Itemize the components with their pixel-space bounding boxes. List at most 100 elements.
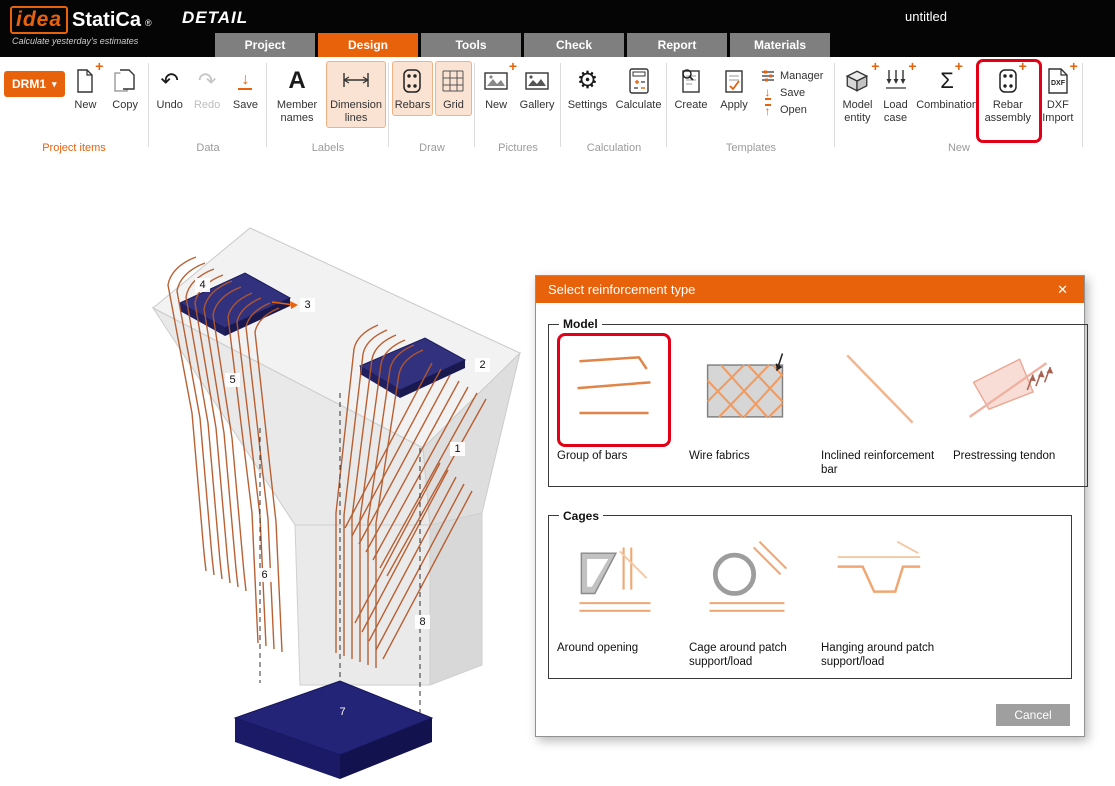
close-icon[interactable]: ✕ bbox=[1053, 282, 1072, 298]
ribbon-group-pictures: + New Gallery Pictures bbox=[478, 57, 558, 157]
cancel-button[interactable]: Cancel bbox=[996, 704, 1070, 726]
tab-materials[interactable]: Materials bbox=[730, 33, 830, 57]
cage-around-patch-icon bbox=[689, 525, 803, 639]
create-template-button[interactable]: Create bbox=[670, 61, 712, 116]
tab-tools[interactable]: Tools bbox=[421, 33, 521, 57]
gear-icon: ⚙ bbox=[577, 65, 599, 97]
option-around-opening[interactable]: Around opening bbox=[557, 525, 683, 670]
statica-logo: StatiCa bbox=[72, 9, 141, 32]
button-label: New bbox=[485, 99, 507, 112]
option-label: Prestressing tendon bbox=[953, 449, 1079, 463]
template-manager-button[interactable]: Manager bbox=[760, 69, 823, 83]
button-label: Rebar assembly bbox=[984, 99, 1032, 124]
grid-toggle[interactable]: Grid bbox=[435, 61, 472, 116]
ribbon-group-project-items: DRM1 ▾ + New Copy Project items bbox=[4, 57, 144, 157]
group-divider bbox=[834, 63, 835, 147]
ribbon-group-templates: Create Apply Manager ↓ Save bbox=[670, 57, 832, 157]
load-case-button[interactable]: + Load case bbox=[879, 61, 912, 128]
undo-button[interactable]: ↶ Undo bbox=[152, 61, 187, 116]
option-cage-around-patch[interactable]: Cage around patch support/load bbox=[689, 525, 815, 670]
section-model-legend: Model bbox=[559, 317, 602, 331]
button-label: Undo bbox=[157, 99, 183, 112]
plus-badge: + bbox=[871, 60, 879, 72]
combination-button[interactable]: Σ + Combination bbox=[914, 61, 980, 116]
button-label: Copy bbox=[112, 99, 138, 112]
project-item-selector-label: DRM1 bbox=[12, 77, 46, 91]
save-button[interactable]: ↓ Save bbox=[227, 61, 264, 116]
ribbon-group-new: + Model entity + Load case Σ + Combinati… bbox=[838, 57, 1080, 157]
dxf-import-button[interactable]: DXF + DXF Import bbox=[1036, 61, 1080, 128]
copy-icon bbox=[114, 65, 136, 97]
button-label: Redo bbox=[194, 99, 220, 112]
apply-template-button[interactable]: Apply bbox=[714, 61, 754, 116]
model-viewport[interactable]: 1 2 3 4 5 6 7 8 bbox=[140, 213, 540, 781]
rebar-section-icon bbox=[402, 65, 422, 97]
button-label: Manager bbox=[780, 70, 823, 82]
plus-badge: + bbox=[509, 60, 517, 72]
tab-design[interactable]: Design bbox=[318, 33, 418, 57]
new-project-item-button[interactable]: + New bbox=[67, 61, 105, 116]
option-label: Group of bars bbox=[557, 449, 683, 463]
option-group-of-bars[interactable]: Group of bars bbox=[557, 333, 683, 478]
tab-project[interactable]: Project bbox=[215, 33, 315, 57]
button-label: Model entity bbox=[840, 99, 875, 124]
pier-3d-drawing bbox=[140, 213, 540, 781]
gallery-button[interactable]: Gallery bbox=[516, 61, 558, 116]
button-label: Save bbox=[780, 87, 805, 99]
section-cages-legend: Cages bbox=[559, 509, 603, 523]
settings-button[interactable]: ⚙ Settings bbox=[564, 61, 611, 116]
new-picture-button[interactable]: + New bbox=[478, 61, 514, 116]
group-name: New bbox=[838, 142, 1080, 154]
tab-check[interactable]: Check bbox=[524, 33, 624, 57]
model-entity-button[interactable]: + Model entity bbox=[838, 61, 877, 128]
dialog-header[interactable]: Select reinforcement type ✕ bbox=[536, 276, 1084, 303]
template-actions-stack: Manager ↓ Save ↑ Open bbox=[760, 61, 823, 117]
template-save-button[interactable]: ↓ Save bbox=[760, 86, 823, 100]
rebar-label-5: 5 bbox=[225, 373, 240, 387]
select-reinforcement-dialog: Select reinforcement type ✕ Model Group … bbox=[535, 275, 1085, 737]
rebar-assembly-button[interactable]: + Rebar assembly bbox=[982, 61, 1034, 128]
calculate-button[interactable]: Calculate bbox=[613, 61, 664, 116]
section-model: Model Group of bars bbox=[548, 317, 1088, 487]
button-label: Dimension lines bbox=[328, 99, 384, 124]
button-label: Gallery bbox=[520, 99, 555, 112]
plus-badge: + bbox=[1019, 60, 1027, 72]
undo-icon: ↶ bbox=[160, 65, 178, 97]
button-label: Apply bbox=[720, 99, 748, 112]
rebar-label-4: 4 bbox=[195, 278, 210, 292]
button-label: Load case bbox=[881, 99, 910, 124]
new-picture-icon: + bbox=[484, 65, 508, 97]
open-template-icon: ↑ bbox=[760, 103, 775, 117]
app-logo: idea StatiCa ® bbox=[10, 6, 152, 34]
button-label: Member names bbox=[272, 99, 322, 124]
project-item-selector[interactable]: DRM1 ▾ bbox=[4, 71, 65, 97]
section-cages: Cages Around opening bbox=[548, 509, 1072, 679]
tab-report[interactable]: Report bbox=[627, 33, 727, 57]
rebar-label-7: 7 bbox=[335, 705, 350, 719]
rebar-label-1: 1 bbox=[450, 442, 465, 456]
rebar-label-6: 6 bbox=[257, 568, 272, 582]
option-hanging-around-patch[interactable]: Hanging around patch support/load bbox=[821, 525, 947, 670]
option-wire-fabrics[interactable]: Wire fabrics bbox=[689, 333, 815, 478]
group-divider bbox=[388, 63, 389, 147]
copy-project-item-button[interactable]: Copy bbox=[106, 61, 144, 116]
rebars-toggle[interactable]: Rebars bbox=[392, 61, 433, 116]
group-name: Templates bbox=[670, 142, 832, 154]
member-names-toggle[interactable]: A Member names bbox=[270, 61, 324, 128]
dimension-lines-toggle[interactable]: Dimension lines bbox=[326, 61, 386, 128]
option-inclined-reinforcement-bar[interactable]: Inclined reinforcement bar bbox=[821, 333, 947, 478]
option-label: Around opening bbox=[557, 641, 683, 655]
option-prestressing-tendon[interactable]: Prestressing tendon bbox=[953, 333, 1079, 478]
template-open-button[interactable]: ↑ Open bbox=[760, 103, 823, 117]
load-arrows-icon: + bbox=[884, 65, 908, 97]
button-label: Settings bbox=[568, 99, 608, 112]
ribbon: DRM1 ▾ + New Copy Project items bbox=[0, 57, 1115, 158]
grid-icon bbox=[442, 65, 464, 97]
ribbon-tabs: Project Design Tools Check Report Materi… bbox=[215, 33, 830, 57]
option-label: Inclined reinforcement bar bbox=[821, 449, 947, 478]
button-label: Create bbox=[674, 99, 707, 112]
dimension-lines-icon bbox=[341, 65, 371, 97]
button-label: Grid bbox=[443, 99, 464, 112]
save-template-icon: ↓ bbox=[760, 86, 775, 100]
cube-icon: + bbox=[844, 65, 870, 97]
